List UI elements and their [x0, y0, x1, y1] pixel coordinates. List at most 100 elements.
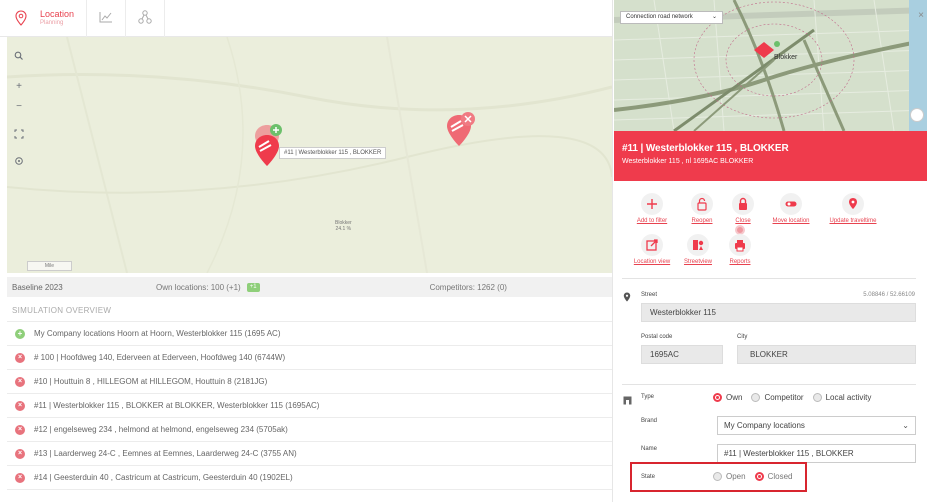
competitors-stat: Competitors: 1262 (0) — [429, 282, 507, 292]
close-icon[interactable]: × — [918, 11, 924, 21]
city-label: City — [737, 334, 748, 340]
fullscreen-icon[interactable] — [13, 129, 25, 141]
stats-bar: Baseline 2023 Own locations: 100 (+1) +1… — [7, 277, 612, 297]
coordinates-readout: 5.08846 / 52.66109 — [863, 292, 915, 298]
name-label: Name — [641, 446, 658, 452]
close-location-button[interactable]: Close — [718, 193, 768, 224]
pin-icon — [842, 193, 864, 215]
panel-divider — [622, 384, 916, 385]
remove-circle-icon: × — [15, 448, 25, 459]
simulation-row-text: #11 | Westerblokker 115 , BLOKKER at BLO… — [34, 401, 320, 410]
location-view-label: Location view — [633, 259, 671, 265]
update-traveltime-label: Update traveltime — [829, 218, 877, 224]
simulation-row[interactable]: × #14 | Geesterduin 40 , Castricum at Cas… — [7, 466, 612, 490]
location-title: #11 | Westerblokker 115 , BLOKKER — [622, 143, 789, 154]
brand-select-value: My Company locations — [724, 421, 805, 430]
plus-icon — [641, 193, 663, 215]
radio-local-activity[interactable] — [812, 393, 822, 402]
postal-code-field[interactable]: 1695AC — [641, 345, 723, 364]
unlock-icon — [691, 193, 713, 215]
remove-circle-icon: × — [15, 472, 25, 483]
type-option-competitor-label: Competitor — [764, 393, 804, 402]
add-to-filter-button[interactable]: Add to filter — [627, 193, 677, 224]
type-radio-group: Own Competitor Local activity — [713, 393, 880, 402]
layer-select[interactable]: Connection road network ⌄ — [620, 11, 723, 24]
layer-select-value: Connection road network — [626, 14, 693, 20]
map-scale: Mile — [27, 261, 72, 271]
type-option-competitor[interactable]: Competitor — [751, 393, 804, 402]
move-location-label: Move location — [772, 218, 810, 224]
add-to-filter-label: Add to filter — [636, 218, 668, 224]
chevron-down-icon: ⌄ — [711, 14, 717, 20]
chart-icon — [99, 11, 113, 25]
simulation-list: + My Company locations Hoorn at Hoorn, We… — [7, 322, 612, 490]
state-highlight-box — [630, 462, 807, 492]
minimap-layers-icon[interactable] — [910, 108, 924, 122]
main-map[interactable]: + − #11 | Westerblokker 115 , BLOKKER Bl… — [7, 37, 612, 273]
name-field[interactable]: #11 | Westerblokker 115 , BLOKKER — [717, 444, 916, 463]
zoom-in-icon[interactable]: + — [13, 81, 25, 93]
panel-divider — [622, 278, 916, 279]
type-option-local-activity-label: Local activity — [825, 393, 872, 402]
own-locations-stat: Own locations: 100 (+1) +1 — [156, 282, 260, 292]
locate-icon[interactable] — [13, 156, 25, 168]
location-pin-icon — [14, 10, 28, 26]
postal-code-label: Postal code — [641, 334, 673, 340]
simulation-row[interactable]: × #13 | Laarderweg 24-C , Eemnes at Eemne… — [7, 442, 612, 466]
radio-own[interactable] — [713, 393, 722, 402]
location-detail-panel: Connection road network ⌄ × Blokker #11 … — [612, 0, 927, 502]
move-location-button[interactable]: Move location — [766, 193, 816, 224]
nav-network[interactable] — [126, 0, 166, 37]
simulation-row[interactable]: × # 100 | Hoofdweg 140, Ederveen at Ederv… — [7, 346, 612, 370]
update-traveltime-button[interactable]: Update traveltime — [828, 193, 878, 224]
marker-tooltip: #11 | Westerblokker 115 , BLOKKER — [279, 147, 387, 159]
panel-minimap[interactable]: Connection road network ⌄ × Blokker — [614, 0, 927, 131]
street-field[interactable]: Westerblokker 115 — [641, 303, 916, 322]
add-circle-icon: + — [15, 328, 25, 339]
store-icon — [623, 396, 632, 407]
radio-competitor[interactable] — [751, 393, 761, 402]
baseline-label[interactable]: Baseline 2023 — [12, 283, 156, 292]
simulation-row-text: #10 | Houttuin 8 , HILLEGOM at HILLEGOM,… — [34, 377, 268, 386]
chevron-down-icon: ⌄ — [902, 421, 909, 430]
remove-circle-icon: × — [15, 352, 25, 363]
map-town-value: 24.1 % — [335, 226, 352, 232]
simulation-row[interactable]: × #10 | Houttuin 8 , HILLEGOM at HILLEGOM… — [7, 370, 612, 394]
printer-icon — [729, 234, 751, 256]
own-locations-text: Own locations: 100 (+1) — [156, 282, 241, 292]
brand-label: Brand — [641, 418, 658, 424]
brand-select[interactable]: My Company locations ⌄ — [717, 416, 916, 435]
closed-location-marker[interactable] — [445, 111, 477, 155]
pegman-icon — [687, 234, 709, 256]
simulation-row[interactable]: + My Company locations Hoorn at Hoorn, We… — [7, 322, 612, 346]
location-view-button[interactable]: Location view — [627, 234, 677, 265]
nav-location-subtitle: Planning — [40, 19, 64, 26]
close-label: Close — [735, 218, 751, 224]
nav-analytics[interactable] — [87, 0, 127, 37]
simulation-overview-header: SIMULATION OVERVIEW — [7, 300, 612, 322]
remove-circle-icon: × — [15, 376, 25, 387]
simulation-row-text: #13 | Laarderweg 24-C , Eemnes at Eemnes… — [34, 449, 297, 458]
city-field[interactable]: BLOKKER — [737, 345, 916, 364]
type-label: Type — [641, 394, 655, 400]
location-pin-icon — [623, 292, 631, 304]
reports-label: Reports — [729, 259, 751, 265]
simulation-row[interactable]: × #12 | engelseweg 234 , helmond at helmo… — [7, 418, 612, 442]
location-subtitle: Westerblokker 115 , nl 1695AC BLOKKER — [622, 158, 754, 165]
simulation-row[interactable]: × #11 | Westerblokker 115 , BLOKKER at BL… — [7, 394, 612, 418]
own-locations-badge: +1 — [246, 282, 260, 292]
map-town-label: Blokker 24.1 % — [335, 220, 352, 232]
simulation-row-text: #12 | engelseweg 234 , helmond at helmon… — [34, 425, 288, 434]
nav-location-planning[interactable]: Location Planning — [0, 0, 88, 37]
remove-circle-icon: × — [15, 400, 25, 411]
zoom-out-icon[interactable]: − — [13, 101, 25, 113]
toggle-icon — [780, 193, 802, 215]
remove-circle-icon: × — [15, 424, 25, 435]
location-header: #11 | Westerblokker 115 , BLOKKER Wester… — [614, 131, 927, 181]
simulation-row-text: #14 | Geesterduin 40 , Castricum at Cast… — [34, 473, 293, 482]
type-option-own[interactable]: Own — [713, 393, 742, 402]
street-label: Street — [641, 292, 658, 298]
type-option-local-activity[interactable]: Local activity — [812, 393, 872, 402]
search-icon[interactable] — [13, 51, 25, 63]
reports-button[interactable]: Reports — [715, 225, 765, 265]
